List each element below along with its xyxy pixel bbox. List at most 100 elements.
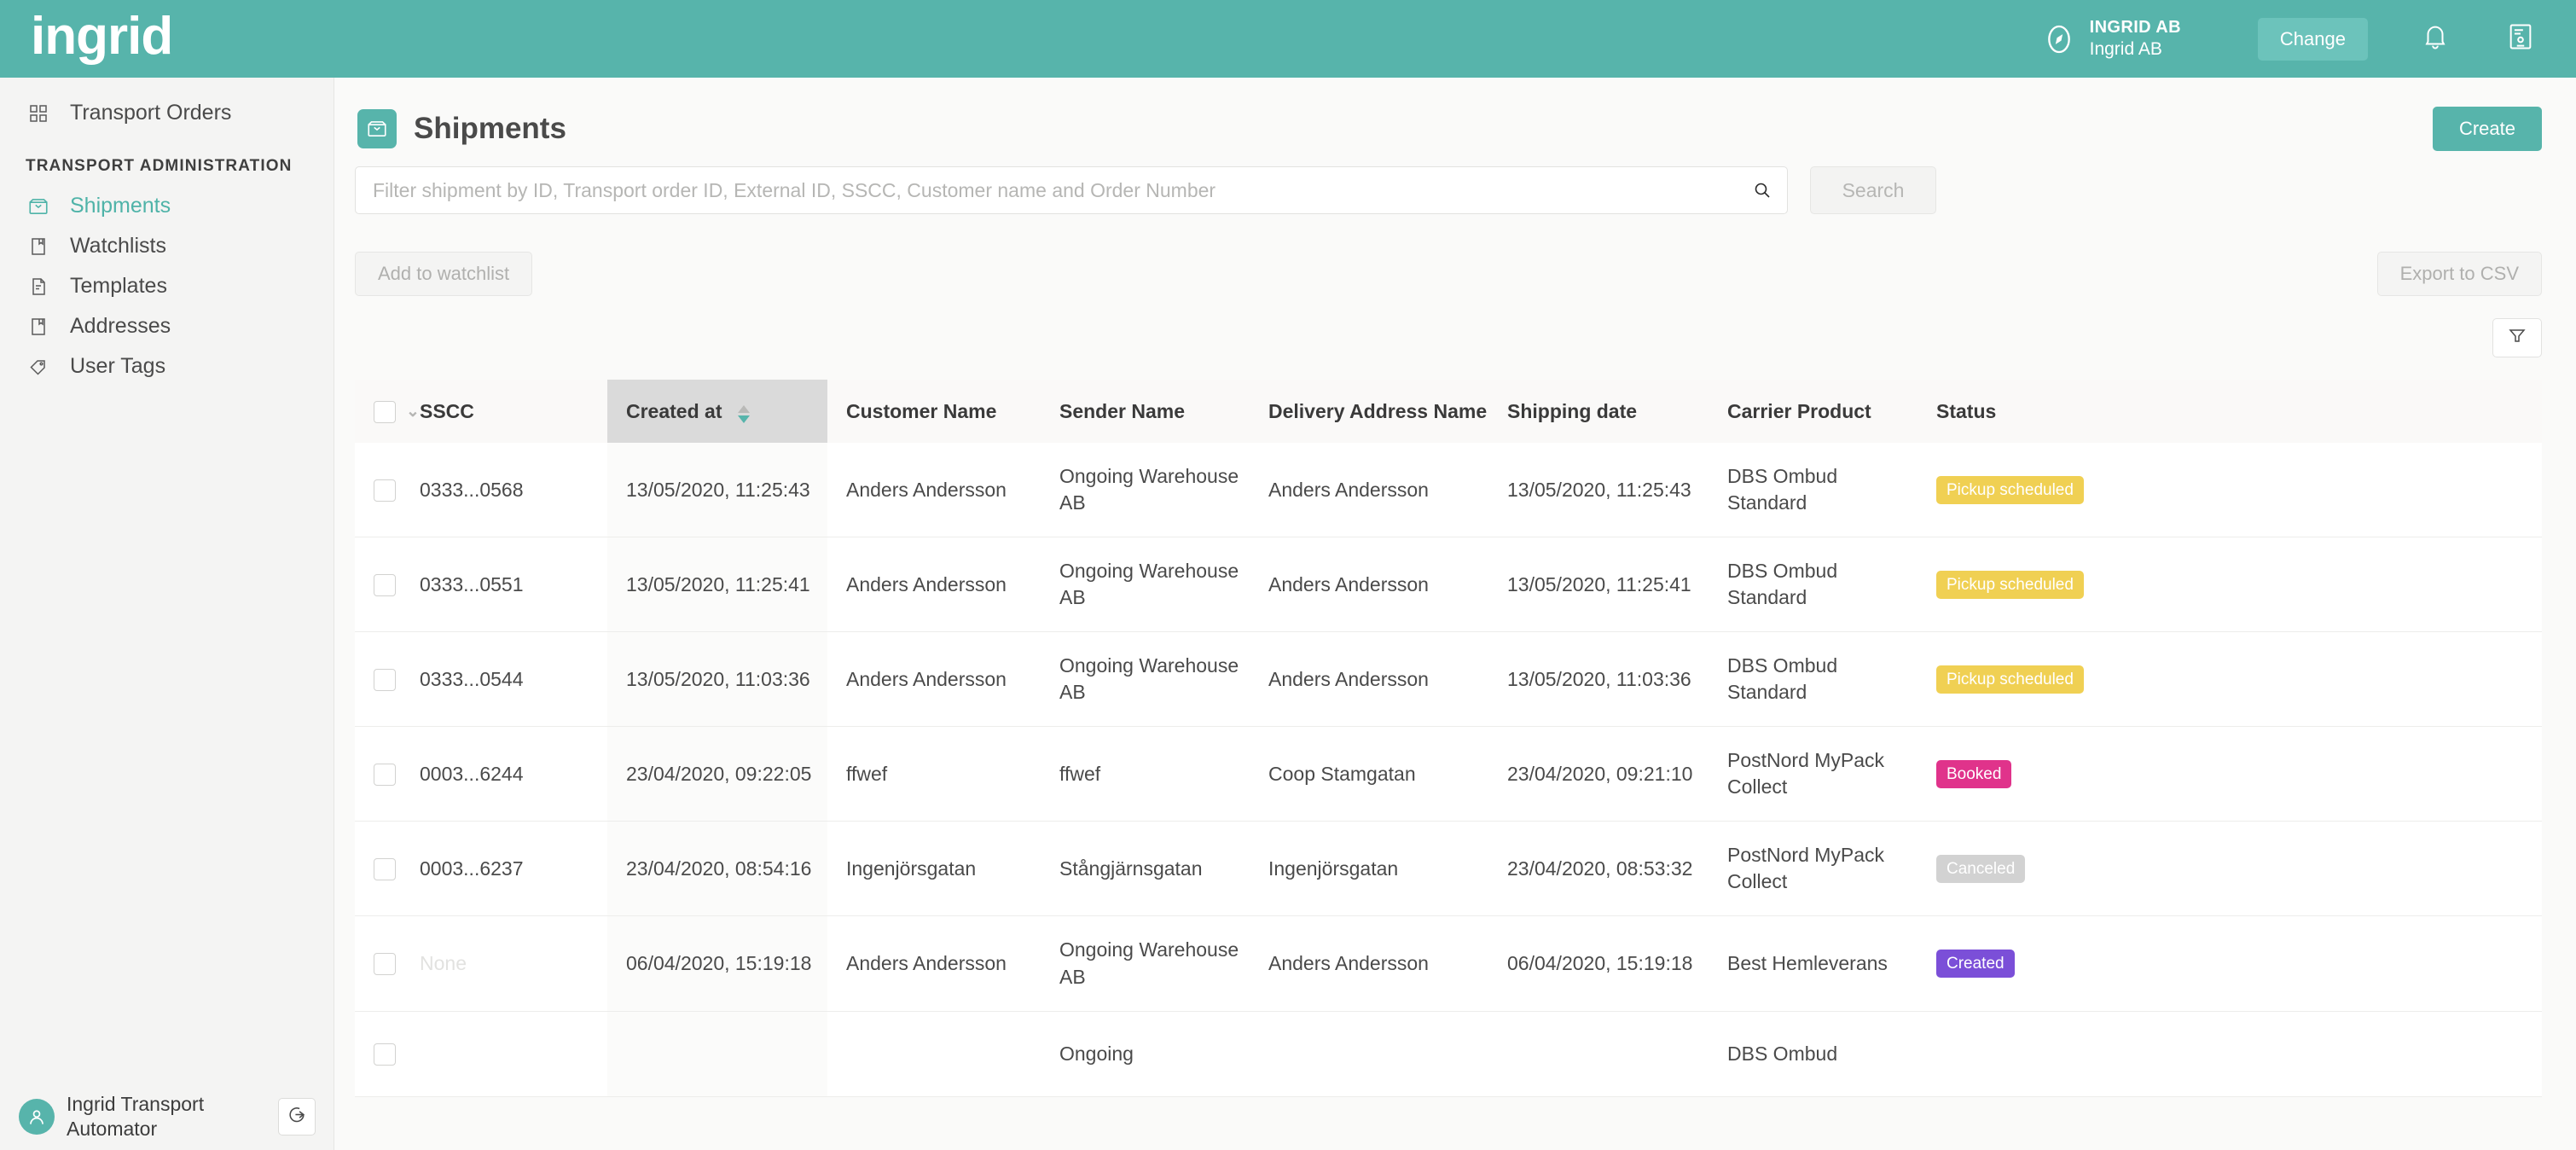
table-row[interactable]: 0003...6244 23/04/2020, 09:22:05 ffwef ffwe… — [355, 726, 2542, 822]
column-header-status[interactable]: Status — [1917, 380, 2542, 443]
sidebar-item-addresses[interactable]: Addresses — [0, 306, 334, 346]
cell-sender: Ongoing Warehouse AB — [1041, 537, 1250, 633]
cell-carrier: DBS Ombud Standard — [1709, 631, 1917, 728]
cell-status: Booked — [1917, 726, 2542, 822]
sidebar-item-shipments[interactable]: Shipments — [0, 186, 334, 226]
page-header: Shipments Create — [334, 78, 2576, 154]
cell-sscc-value: None — [420, 951, 467, 974]
cell-carrier-value: PostNord MyPack Collect — [1727, 844, 1885, 893]
cell-sscc-value: 0333...0551 — [420, 572, 524, 595]
cell-customer: Anders Andersson — [827, 443, 1041, 538]
inbox-icon — [357, 109, 397, 148]
filter-funnel-icon — [2507, 326, 2527, 351]
logout-icon — [287, 1104, 308, 1130]
cell-shipdate-value: 23/04/2020, 08:53:32 — [1507, 857, 1693, 880]
search-icon[interactable] — [1752, 180, 1772, 200]
logout-button[interactable] — [278, 1098, 316, 1135]
tag-icon — [26, 354, 51, 380]
cell-shipdate: 13/05/2020, 11:03:36 — [1488, 631, 1709, 728]
status-badge: Pickup scheduled — [1936, 475, 2084, 504]
search-button[interactable]: Search — [1810, 166, 1936, 214]
cell-status — [1917, 1011, 2542, 1097]
cell-sscc: 0003...6237 — [420, 821, 607, 917]
table-row[interactable]: 0003...6237 23/04/2020, 08:54:16 Ingenjörs… — [355, 821, 2542, 917]
cell-sender: Ongoing Warehouse AB — [1041, 443, 1250, 538]
sidebar-item-watchlists[interactable]: Watchlists — [0, 226, 334, 266]
filter-row — [334, 296, 2576, 357]
cell-shipdate: 23/04/2020, 09:21:10 — [1488, 726, 1709, 822]
export-to-csv-button[interactable]: Export to CSV — [2376, 252, 2542, 296]
row-checkbox[interactable] — [374, 858, 396, 881]
cell-shipdate-value: 13/05/2020, 11:25:41 — [1507, 572, 1691, 595]
cell-created — [607, 1011, 827, 1097]
sidebar-item-templates[interactable]: Templates — [0, 266, 334, 306]
cell-customer: Anders Andersson — [827, 915, 1041, 1012]
sidebar-item-user-tags[interactable]: User Tags — [0, 346, 334, 386]
cell-shipdate — [1488, 1011, 1709, 1097]
cell-delivery: Anders Andersson — [1250, 443, 1488, 538]
ingrid-logo[interactable]: ingrid — [31, 9, 173, 63]
cell-created-value: 23/04/2020, 08:54:16 — [626, 857, 812, 880]
add-to-watchlist-button[interactable]: Add to watchlist — [355, 252, 533, 296]
column-header-customer-name[interactable]: Customer Name — [827, 380, 1041, 443]
sidebar-item-label: Addresses — [70, 314, 171, 338]
cell-delivery-value: Anders Andersson — [1268, 667, 1429, 690]
chevron-down-icon[interactable]: ⌄ — [406, 402, 420, 421]
cell-shipdate-value: 23/04/2020, 09:21:10 — [1507, 762, 1693, 785]
column-header-shipping-date[interactable]: Shipping date — [1488, 380, 1709, 443]
compass-icon — [2042, 22, 2076, 56]
sidebar-item-transport-orders[interactable]: Transport Orders — [0, 93, 334, 133]
cell-delivery-value: Coop Stamgatan — [1268, 762, 1416, 785]
change-organization-button[interactable]: Change — [2257, 17, 2368, 61]
cell-created: 13/05/2020, 11:25:41 — [607, 537, 827, 633]
table-row[interactable]: 0333...0544 13/05/2020, 11:03:36 Anders An… — [355, 631, 2542, 728]
contact-card-button[interactable] — [2503, 21, 2538, 57]
table-row[interactable]: None 06/04/2020, 15:19:18 Anders Andersson… — [355, 915, 2542, 1012]
bookmark-page-icon — [26, 314, 51, 340]
cell-customer-value: Anders Andersson — [846, 572, 1007, 595]
cell-customer — [827, 1011, 1041, 1097]
search-row: Search — [334, 154, 2576, 214]
cell-delivery: Anders Andersson — [1250, 631, 1488, 728]
organization-names: INGRID AB Ingrid AB — [2090, 17, 2181, 61]
cell-created-value: 06/04/2020, 15:19:18 — [626, 951, 812, 974]
table-row[interactable]: Ongoing DBS Ombud — [355, 1011, 2542, 1097]
row-checkbox[interactable] — [374, 953, 396, 976]
status-badge: Canceled — [1936, 854, 2026, 883]
column-header-sender-name[interactable]: Sender Name — [1041, 380, 1250, 443]
row-checkbox[interactable] — [374, 479, 396, 502]
cell-sender: ffwef — [1041, 726, 1250, 822]
row-checkbox[interactable] — [374, 574, 396, 597]
column-header-carrier-product[interactable]: Carrier Product — [1709, 380, 1917, 443]
cell-delivery — [1250, 1011, 1488, 1097]
cell-shipdate: 23/04/2020, 08:53:32 — [1488, 821, 1709, 917]
cell-sender-value: ffwef — [1059, 762, 1101, 785]
row-select-cell — [355, 631, 420, 728]
row-checkbox[interactable] — [374, 764, 396, 787]
row-checkbox[interactable] — [374, 669, 396, 692]
search-input[interactable] — [355, 166, 1788, 214]
cell-sscc-value: 0333...0544 — [420, 667, 524, 690]
sidebar-top-section: Transport Orders — [0, 78, 334, 133]
column-header-created-at[interactable]: Created at — [607, 380, 827, 443]
column-header-select-all: ⌄ — [355, 380, 420, 443]
cell-created: 13/05/2020, 11:03:36 — [607, 631, 827, 728]
organization-selector[interactable]: INGRID AB Ingrid AB — [2042, 17, 2181, 61]
cell-delivery: Ingenjörsgatan — [1250, 821, 1488, 917]
cell-status: Pickup scheduled — [1917, 631, 2542, 728]
column-header-sscc[interactable]: SSCC — [420, 380, 607, 443]
notifications-button[interactable] — [2417, 21, 2453, 57]
cell-sscc: 0333...0568 — [420, 443, 607, 538]
cell-sscc: 0333...0544 — [420, 631, 607, 728]
sort-arrows-icon[interactable] — [737, 404, 750, 423]
cell-created: 06/04/2020, 15:19:18 — [607, 915, 827, 1012]
create-button[interactable]: Create — [2432, 107, 2542, 151]
cell-sscc: 0333...0551 — [420, 537, 607, 633]
filter-button[interactable] — [2492, 318, 2542, 357]
column-header-delivery-address-name[interactable]: Delivery Address Name — [1250, 380, 1488, 443]
table-row[interactable]: 0333...0551 13/05/2020, 11:25:41 Anders An… — [355, 537, 2542, 633]
table-row[interactable]: 0333...0568 13/05/2020, 11:25:43 Anders An… — [355, 443, 2542, 538]
row-checkbox[interactable] — [374, 1043, 396, 1066]
row-select-cell — [355, 443, 420, 538]
select-all-checkbox[interactable] — [374, 400, 396, 423]
